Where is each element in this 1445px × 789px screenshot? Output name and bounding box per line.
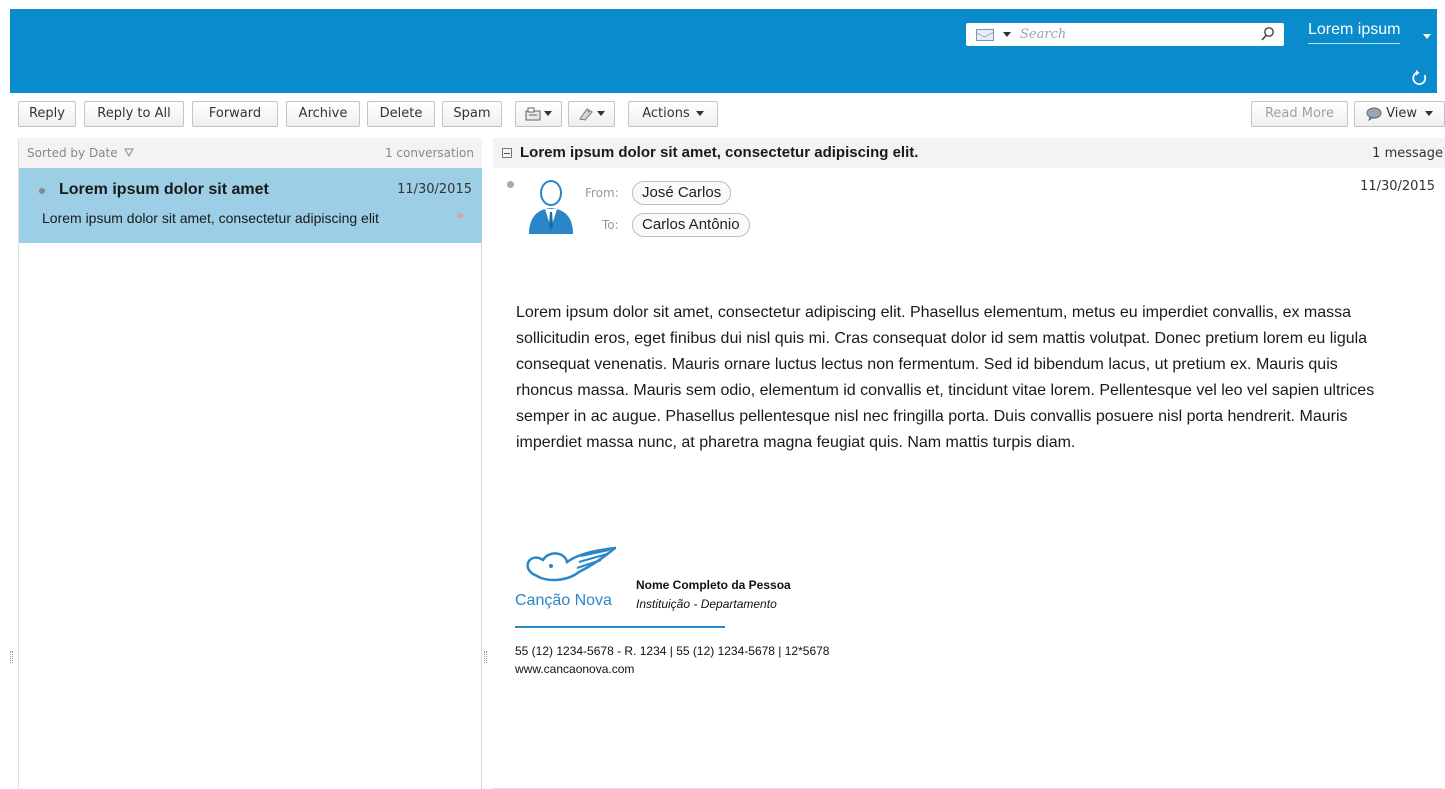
message-date: 11/30/2015: [1360, 179, 1435, 194]
chevron-down-icon[interactable]: [1003, 32, 1011, 37]
mail-icon[interactable]: [976, 29, 994, 41]
user-menu[interactable]: Lorem ipsum: [1308, 21, 1401, 44]
top-header: Lorem ipsum: [10, 9, 1437, 93]
conversation-list: Sorted by Date 1 conversation Lorem ipsu…: [18, 138, 482, 789]
actions-menu-button[interactable]: Actions: [628, 101, 718, 127]
sort-label: Sorted by Date: [27, 146, 118, 160]
message-count: 1 message: [1372, 146, 1443, 161]
signature-divider: [515, 626, 725, 628]
unread-dot-icon: [39, 188, 45, 194]
move-folder-button[interactable]: [515, 101, 562, 127]
folder-move-icon: [525, 107, 541, 120]
speech-bubble-icon: [1366, 107, 1382, 121]
signature-department: Instituição - Departamento: [636, 597, 777, 611]
signature-phone: 55 (12) 1234-5678 - R. 1234 | 55 (12) 12…: [515, 644, 830, 658]
message-toolbar: Reply Reply to All Forward Archive Delet…: [10, 93, 1445, 135]
message-body: Lorem ipsum dolor sit amet, consectetur …: [516, 304, 1375, 451]
list-item-subject: Lorem ipsum dolor sit amet: [59, 181, 269, 198]
message-view: From: José Carlos To: Carlos Antônio 11/…: [493, 168, 1443, 789]
cancao-nova-logo-icon: [526, 546, 616, 582]
from-label: From:: [585, 186, 619, 200]
view-label: View: [1386, 106, 1417, 121]
flag-icon[interactable]: ⚑: [456, 212, 465, 223]
spam-button[interactable]: Spam: [442, 101, 502, 127]
sender-chip[interactable]: José Carlos: [632, 181, 732, 205]
reply-all-button[interactable]: Reply to All: [84, 101, 184, 127]
actions-label: Actions: [642, 106, 690, 121]
recipient-chip[interactable]: Carlos Antônio: [632, 213, 750, 237]
read-status-dot-icon: [507, 181, 514, 188]
sort-control[interactable]: Sorted by Date: [27, 146, 135, 160]
search-input[interactable]: [1020, 25, 1255, 44]
signature-website[interactable]: www.cancaonova.com: [515, 662, 634, 676]
archive-button[interactable]: Archive: [286, 101, 360, 127]
search-box[interactable]: [966, 23, 1284, 46]
sort-descending-icon: [124, 148, 135, 158]
logo-wordmark: Canção Nova: [515, 592, 612, 609]
avatar: [529, 180, 573, 234]
conversation-subject: Lorem ipsum dolor sit amet, consectetur …: [520, 144, 919, 161]
conversation-count: 1 conversation: [384, 146, 474, 160]
list-item-date: 11/30/2015: [397, 182, 472, 197]
collapse-icon[interactable]: [502, 148, 512, 158]
pane-resize-handle[interactable]: [484, 651, 487, 663]
email-signature: Canção Nova Nome Completo da Pessoa Inst…: [515, 540, 935, 680]
forward-button[interactable]: Forward: [192, 101, 278, 127]
list-item[interactable]: Lorem ipsum dolor sit amet 11/30/2015 Lo…: [19, 168, 482, 243]
delete-button[interactable]: Delete: [367, 101, 435, 127]
list-header: Sorted by Date 1 conversation: [19, 138, 482, 168]
read-more-button[interactable]: Read More: [1251, 101, 1348, 127]
view-menu-button[interactable]: View: [1354, 101, 1445, 127]
list-item-snippet: Lorem ipsum dolor sit amet, consectetur …: [42, 210, 379, 226]
refresh-icon[interactable]: [1411, 69, 1429, 87]
left-resize-handle[interactable]: [10, 651, 13, 663]
tag-icon: [579, 107, 593, 121]
to-label: To:: [602, 218, 619, 232]
signature-name: Nome Completo da Pessoa: [636, 578, 791, 592]
search-icon[interactable]: [1260, 26, 1276, 42]
tag-button[interactable]: [568, 101, 615, 127]
reply-button[interactable]: Reply: [18, 101, 76, 127]
chevron-down-icon: [695, 111, 704, 116]
user-menu-chevron-icon[interactable]: [1423, 34, 1431, 39]
reading-pane-header: Lorem ipsum dolor sit amet, consectetur …: [493, 138, 1445, 168]
